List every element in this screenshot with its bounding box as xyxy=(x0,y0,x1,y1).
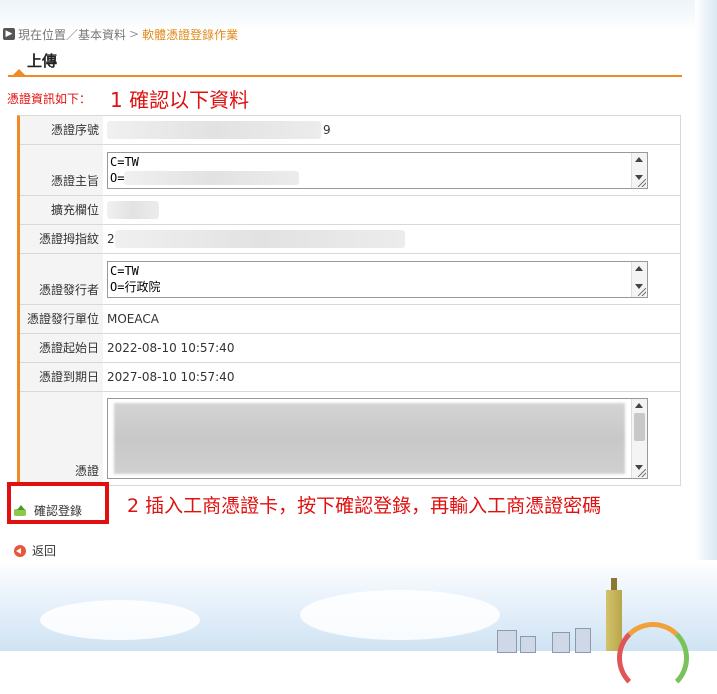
start-date-value: 2022-08-10 10:57:40 xyxy=(107,341,235,355)
table-row: 憑證拇指紋 2 xyxy=(20,225,681,254)
arrow-right-icon: ▶ xyxy=(3,28,15,40)
building-decoration xyxy=(497,630,517,653)
certificate-textarea[interactable] xyxy=(107,398,648,479)
issuer-label: 憑證發行者 xyxy=(20,254,103,304)
subject-line: C=TW xyxy=(110,154,139,169)
thumbprint-value: 2 xyxy=(103,225,680,253)
table-row: 憑證序號 9 xyxy=(20,116,681,145)
scroll-up-icon[interactable] xyxy=(635,403,643,408)
cloud-decoration xyxy=(300,590,500,640)
subject-label: 憑證主旨 xyxy=(20,145,103,195)
redacted-text xyxy=(107,201,159,219)
subject-line: O= xyxy=(110,170,629,186)
table-row: 憑證發行者 C=TW O=行政院 xyxy=(20,254,681,305)
issuer-textarea[interactable]: C=TW O=行政院 xyxy=(107,260,648,298)
resize-handle-icon[interactable] xyxy=(638,469,646,477)
extension-value xyxy=(103,196,680,224)
thumbprint-prefix: 2 xyxy=(107,232,115,246)
title-divider xyxy=(8,75,682,77)
building-decoration xyxy=(520,636,536,653)
issuer-unit-label: 憑證發行單位 xyxy=(20,305,103,333)
breadcrumb-separator: > xyxy=(129,27,140,41)
thumbprint-label: 憑證拇指紋 xyxy=(20,225,103,253)
issuer-line: C=TW xyxy=(110,263,139,278)
redacted-text xyxy=(124,171,300,185)
building-decoration xyxy=(552,632,570,653)
annotation-step2: 2 插入工商憑證卡，按下確認登錄，再輸入工商憑證密碼 xyxy=(127,495,602,517)
redacted-text xyxy=(107,121,321,139)
issuer-line: O=行政院 xyxy=(110,279,161,294)
start-date-label: 憑證起始日 xyxy=(20,334,103,362)
annotation-step1: 1 確認以下資料 xyxy=(110,88,250,112)
redacted-certificate xyxy=(114,403,625,474)
resize-handle-icon[interactable] xyxy=(638,287,646,296)
serial-label: 憑證序號 xyxy=(20,116,103,144)
extension-label: 擴充欄位 xyxy=(20,196,103,224)
issuer-value: C=TW O=行政院 xyxy=(103,254,680,304)
upload-icon xyxy=(14,504,28,517)
certificate-info-table: 憑證序號 9 憑證主旨 C=TW O= 擴充欄位 憑證拇指紋 2 憑證發行者 C… xyxy=(17,115,681,486)
cloud-decoration xyxy=(40,600,200,640)
back-label: 返回 xyxy=(32,544,57,558)
breadcrumb-current[interactable]: 軟體憑證登錄作業 xyxy=(142,26,238,43)
scroll-up-icon[interactable] xyxy=(635,156,643,162)
table-row: 擴充欄位 xyxy=(20,196,681,225)
info-notice: 憑證資訊如下： xyxy=(7,92,92,106)
back-button[interactable]: 返回 xyxy=(14,542,56,559)
breadcrumb: ▶ 現在位置／基本資料 > 軟體憑證登錄作業 xyxy=(3,26,238,42)
table-row: 憑證起始日 2022-08-10 10:57:40 xyxy=(20,334,681,363)
table-row: 憑證到期日 2027-08-10 10:57:40 xyxy=(20,363,681,392)
table-row: 憑證主旨 C=TW O= xyxy=(20,145,681,196)
page-title: 上傳 xyxy=(27,52,58,70)
back-icon xyxy=(14,544,26,557)
serial-value: 9 xyxy=(103,116,680,144)
table-row: 憑證 xyxy=(20,392,681,486)
side-background xyxy=(695,0,717,651)
scrollbar[interactable] xyxy=(631,399,647,478)
subject-value: C=TW O= xyxy=(103,145,680,195)
table-row: 憑證發行單位 MOEACA xyxy=(20,305,681,334)
serial-suffix: 9 xyxy=(323,123,331,137)
confirm-label: 確認登錄 xyxy=(34,504,83,518)
rainbow-icon xyxy=(617,622,689,694)
certificate-value xyxy=(103,392,680,485)
redacted-text xyxy=(114,230,405,248)
building-decoration xyxy=(575,628,591,653)
breadcrumb-location: 現在位置／基本資料 xyxy=(18,27,127,42)
end-date-value: 2027-08-10 10:57:40 xyxy=(107,370,235,384)
end-date-label: 憑證到期日 xyxy=(20,363,103,391)
issuer-unit-value: MOEACA xyxy=(107,312,159,326)
resize-handle-icon[interactable] xyxy=(638,178,646,187)
scroll-thumb[interactable] xyxy=(634,413,645,441)
confirm-button[interactable]: 確認登錄 xyxy=(14,502,82,519)
subject-textarea[interactable]: C=TW O= xyxy=(107,151,648,189)
scroll-up-icon[interactable] xyxy=(635,265,643,271)
certificate-label: 憑證 xyxy=(20,392,103,485)
